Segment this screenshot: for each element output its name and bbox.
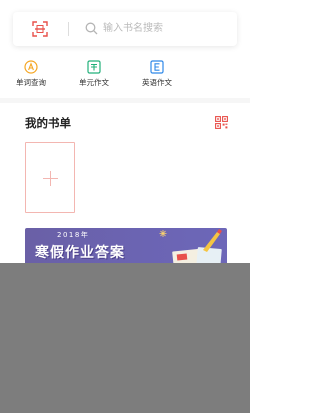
modal-overlay[interactable] xyxy=(0,263,250,413)
search-icon xyxy=(85,22,98,35)
quick-link-label: 英语作文 xyxy=(142,78,172,87)
quick-link-word-lookup[interactable]: 单词查询 xyxy=(6,60,56,88)
plus-icon xyxy=(43,171,58,186)
quick-link-unit-essay[interactable]: 单元作文 xyxy=(69,60,119,88)
search-bar[interactable]: 输入书名搜索 xyxy=(13,12,237,46)
qr-code-icon[interactable] xyxy=(215,116,228,129)
banner-illustration xyxy=(159,229,222,268)
banner-title: 寒假作业答案 xyxy=(35,245,125,261)
quick-link-label: 单词查询 xyxy=(16,78,46,87)
search-input[interactable]: 输入书名搜索 xyxy=(103,22,163,36)
winter-homework-banner[interactable]: 2018年 寒假作业答案 xyxy=(25,228,227,268)
word-lookup-icon xyxy=(24,60,38,74)
search-divider xyxy=(68,22,69,36)
quick-link-label: 单元作文 xyxy=(79,78,109,87)
booklist-title: 我的书单 xyxy=(25,116,71,130)
banner-year: 2018年 xyxy=(57,231,90,239)
add-book-button[interactable] xyxy=(25,142,75,213)
scan-icon[interactable] xyxy=(32,21,48,37)
section-divider xyxy=(0,98,250,103)
unit-essay-icon xyxy=(87,60,101,74)
quick-link-english-essay[interactable]: 英语作文 xyxy=(132,60,182,88)
english-essay-icon xyxy=(150,60,164,74)
